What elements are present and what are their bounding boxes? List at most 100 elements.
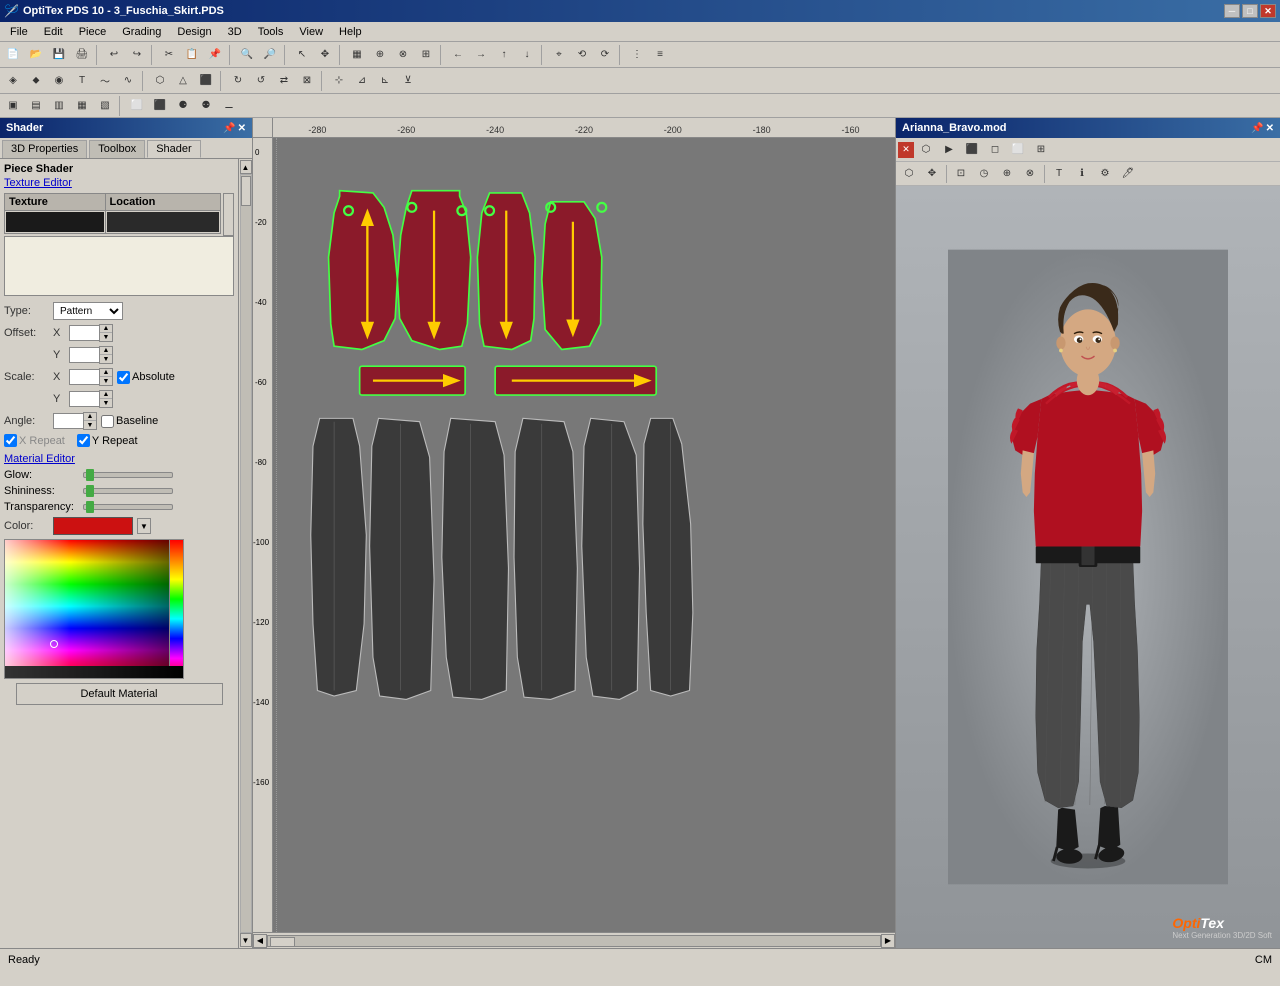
tool12[interactable]: ⋮ xyxy=(626,44,648,66)
menu-tools[interactable]: Tools xyxy=(250,24,292,40)
scale-x-down[interactable]: ▼ xyxy=(100,377,112,385)
tab-tool10[interactable]: ⚊ xyxy=(218,95,240,117)
shader-panel-controls[interactable]: 📌 ✕ xyxy=(223,123,246,134)
model-panel-controls[interactable]: 📌 ✕ xyxy=(1251,123,1274,134)
texture-table-scrollbar[interactable] xyxy=(223,193,234,236)
close-button[interactable]: ✕ xyxy=(1260,4,1276,18)
angle-spinners[interactable]: ▲ ▼ xyxy=(83,412,97,430)
y-repeat-checkbox[interactable] xyxy=(77,434,90,447)
tb2-15[interactable]: ⊿ xyxy=(351,70,373,92)
menu-3d[interactable]: 3D xyxy=(220,24,250,40)
model-tb2-1[interactable]: ⬡ xyxy=(898,163,920,185)
tab-3d-properties[interactable]: 3D Properties xyxy=(2,140,87,158)
tool4[interactable]: ⊞ xyxy=(415,44,437,66)
copy-button[interactable]: 📋 xyxy=(181,44,203,66)
minimize-button[interactable]: ─ xyxy=(1224,4,1240,18)
model-tb1-7[interactable]: ⊞ xyxy=(1030,139,1052,161)
select-button[interactable]: ↖ xyxy=(291,44,313,66)
color-swatch[interactable] xyxy=(53,517,133,535)
model-tb2-7[interactable]: T xyxy=(1048,163,1070,185)
tool1[interactable]: ▦ xyxy=(346,44,368,66)
tool8[interactable]: ↓ xyxy=(516,44,538,66)
tb2-10[interactable]: ↻ xyxy=(227,70,249,92)
h-scroll-thumb[interactable] xyxy=(270,937,295,947)
shader-close-icon[interactable]: ✕ xyxy=(238,123,246,134)
tb2-12[interactable]: ⇄ xyxy=(273,70,295,92)
menu-design[interactable]: Design xyxy=(169,24,219,40)
model-tb1-5[interactable]: ◻ xyxy=(984,139,1006,161)
scale-x-input-group[interactable]: 1 ▲ ▼ xyxy=(69,368,113,386)
tab-tool8[interactable]: ⚈ xyxy=(172,95,194,117)
tab-tool3[interactable]: ▥ xyxy=(48,95,70,117)
offset-x-input-group[interactable]: 0 ▲ ▼ xyxy=(69,324,113,342)
tb2-6[interactable]: ∿ xyxy=(117,70,139,92)
texture-row-1[interactable] xyxy=(5,211,221,234)
tab-tool2[interactable]: ▤ xyxy=(25,95,47,117)
scale-x-input[interactable]: 1 xyxy=(69,369,99,385)
texture-editor-link[interactable]: Texture Editor xyxy=(4,177,234,189)
tool10[interactable]: ⟲ xyxy=(571,44,593,66)
pattern-area[interactable]: 0 -20 -40 -60 -80 -100 -120 -140 -160 xyxy=(253,138,895,932)
tab-tool5[interactable]: ▧ xyxy=(94,95,116,117)
material-editor-link[interactable]: Material Editor xyxy=(4,453,234,465)
scroll-down-button[interactable]: ▼ xyxy=(240,933,252,947)
tab-tool4[interactable]: ▦ xyxy=(71,95,93,117)
menu-view[interactable]: View xyxy=(291,24,331,40)
scale-y-input[interactable]: 1 xyxy=(69,391,99,407)
offset-y-up[interactable]: ▲ xyxy=(100,347,112,355)
maximize-button[interactable]: □ xyxy=(1242,4,1258,18)
offset-x-input[interactable]: 0 xyxy=(69,325,99,341)
model-tb2-9[interactable]: ⚙ xyxy=(1094,163,1116,185)
offset-y-down[interactable]: ▼ xyxy=(100,355,112,363)
shader-panel-scrollbar[interactable]: ▲ ▼ xyxy=(238,159,252,948)
model-close-icon[interactable]: ✕ xyxy=(1266,123,1274,134)
paste-button[interactable]: 📌 xyxy=(204,44,226,66)
scroll-thumb[interactable] xyxy=(241,176,251,206)
offset-x-down[interactable]: ▼ xyxy=(100,333,112,341)
model-tb2-8[interactable]: ℹ xyxy=(1071,163,1093,185)
scale-y-down[interactable]: ▼ xyxy=(100,399,112,407)
canvas-area[interactable] xyxy=(273,138,895,932)
menu-edit[interactable]: Edit xyxy=(36,24,71,40)
move-button[interactable]: ✥ xyxy=(314,44,336,66)
baseline-checkbox-label[interactable]: Baseline xyxy=(101,415,158,428)
model-tb2-3[interactable]: ⊡ xyxy=(950,163,972,185)
new-button[interactable]: 📄 xyxy=(2,44,24,66)
tb2-5[interactable]: 〜 xyxy=(94,70,116,92)
tb2-8[interactable]: △ xyxy=(172,70,194,92)
tool6[interactable]: → xyxy=(470,44,492,66)
model-tb1-6[interactable]: ⬜ xyxy=(1007,139,1029,161)
absolute-checkbox-label[interactable]: Absolute xyxy=(117,371,175,384)
type-select[interactable]: Pattern xyxy=(53,302,123,320)
menu-help[interactable]: Help xyxy=(331,24,370,40)
tool11[interactable]: ⟳ xyxy=(594,44,616,66)
cut-button[interactable]: ✂ xyxy=(158,44,180,66)
y-repeat-label[interactable]: Y Repeat xyxy=(77,434,138,447)
offset-y-spinners[interactable]: ▲ ▼ xyxy=(99,346,113,364)
open-button[interactable]: 📂 xyxy=(25,44,47,66)
menu-file[interactable]: File xyxy=(2,24,36,40)
tb2-16[interactable]: ⊾ xyxy=(374,70,396,92)
angle-down[interactable]: ▼ xyxy=(84,421,96,429)
color-picker[interactable] xyxy=(4,539,184,679)
tab-tool1[interactable]: ▣ xyxy=(2,95,24,117)
tb2-4[interactable]: T xyxy=(71,70,93,92)
tb2-9[interactable]: ⬛ xyxy=(195,70,217,92)
scale-y-up[interactable]: ▲ xyxy=(100,391,112,399)
tb2-14[interactable]: ⊹ xyxy=(328,70,350,92)
offset-y-input-group[interactable]: 0 ▲ ▼ xyxy=(69,346,113,364)
h-scroll-track[interactable] xyxy=(267,935,881,947)
tb2-2[interactable]: ⬥ xyxy=(25,70,47,92)
tab-tool9[interactable]: ⚉ xyxy=(195,95,217,117)
model-tb2-2[interactable]: ✥ xyxy=(921,163,943,185)
menu-piece[interactable]: Piece xyxy=(71,24,115,40)
scale-x-up[interactable]: ▲ xyxy=(100,369,112,377)
location-cell[interactable] xyxy=(107,212,219,232)
tb2-17[interactable]: ⊻ xyxy=(397,70,419,92)
scale-y-spinners[interactable]: ▲ ▼ xyxy=(99,390,113,408)
tb2-13[interactable]: ⊠ xyxy=(296,70,318,92)
tb2-11[interactable]: ↺ xyxy=(250,70,272,92)
glow-slider[interactable] xyxy=(83,472,173,478)
tab-toolbox[interactable]: Toolbox xyxy=(89,140,145,158)
model-tb2-6[interactable]: ⊗ xyxy=(1019,163,1041,185)
